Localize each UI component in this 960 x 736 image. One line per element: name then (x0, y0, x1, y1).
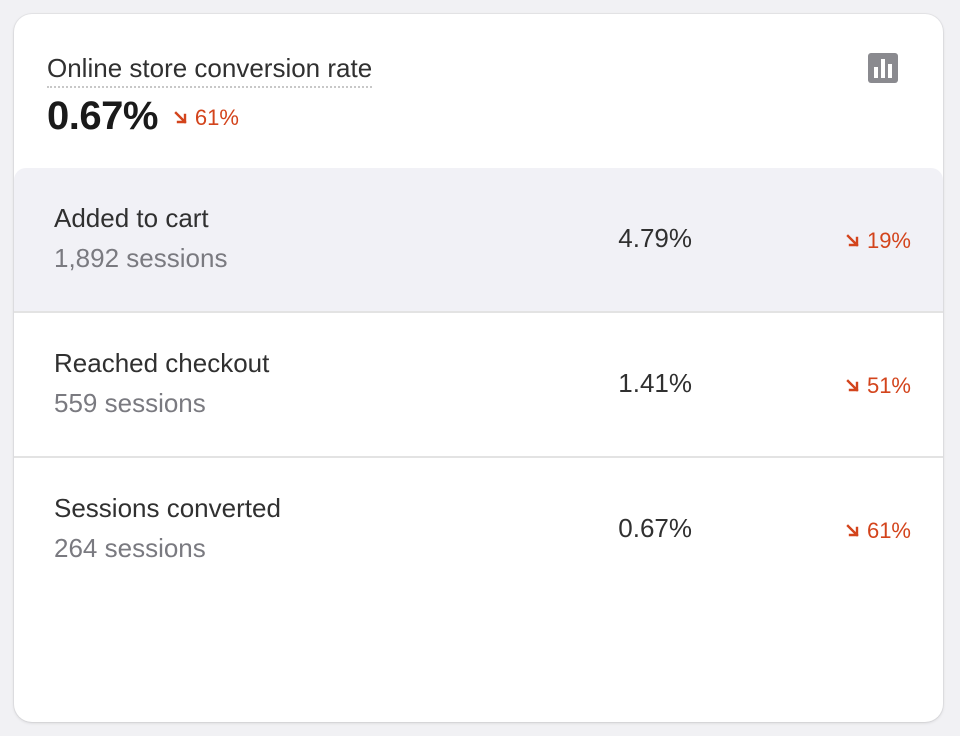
conversion-rate-change: 61% (174, 105, 239, 131)
change-value: 19% (866, 228, 911, 253)
funnel-step-rate: 0.67% (618, 513, 692, 543)
funnel-list: Added to cart 1,892 sessions 4.79% 19% R… (14, 168, 943, 603)
funnel-row-sessions-converted[interactable]: Sessions converted 264 sessions 0.67% 61… (14, 458, 943, 603)
change-value: 61% (194, 104, 239, 130)
conversion-rate-card: Online store conversion rate 0.67% 61% A… (14, 14, 943, 722)
trend-down-icon (174, 110, 187, 124)
funnel-row-added-to-cart[interactable]: Added to cart 1,892 sessions 4.79% 19% (14, 168, 943, 313)
change-value: 61% (866, 518, 911, 543)
funnel-step-label: Added to cart (54, 203, 209, 233)
funnel-step-label: Reached checkout (54, 348, 270, 378)
funnel-step-sessions: 559 sessions (54, 388, 206, 418)
funnel-step-change: 51% (846, 373, 911, 399)
funnel-step-sessions: 264 sessions (54, 533, 206, 563)
metric-summary: 0.67% 61% (47, 94, 239, 139)
funnel-step-sessions: 1,892 sessions (54, 243, 228, 273)
funnel-step-change: 19% (846, 228, 911, 254)
view-chart-button[interactable] (868, 53, 898, 83)
card-header: Online store conversion rate 0.67% 61% (14, 14, 943, 168)
card-title[interactable]: Online store conversion rate (47, 52, 373, 88)
funnel-row-reached-checkout[interactable]: Reached checkout 559 sessions 1.41% 51% (14, 313, 943, 458)
bar-chart-icon (868, 53, 898, 83)
funnel-step-rate: 1.41% (618, 368, 692, 398)
trend-down-icon (846, 234, 859, 247)
funnel-step-change: 61% (846, 518, 911, 544)
funnel-step-rate: 4.79% (618, 223, 692, 253)
change-value: 51% (866, 373, 911, 398)
funnel-step-label: Sessions converted (54, 493, 281, 523)
trend-down-icon (846, 379, 859, 392)
conversion-rate-value: 0.67% (47, 94, 158, 138)
trend-down-icon (846, 524, 859, 537)
